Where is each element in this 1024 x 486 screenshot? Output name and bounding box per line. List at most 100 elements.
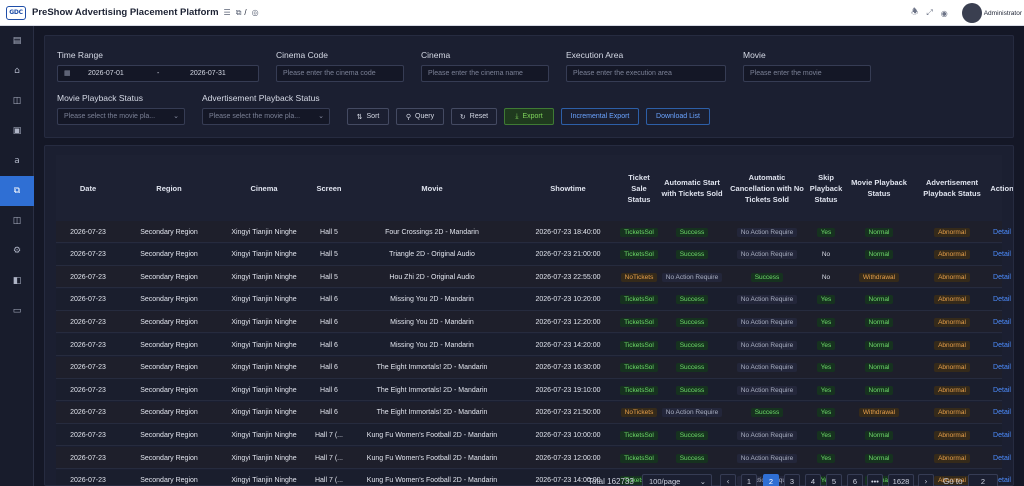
status-badge: TicketsSol [620,250,658,260]
cell-movie: The Eight Immortals! 2D - Mandarin [348,402,516,424]
cell-action[interactable]: Detail [990,379,1013,401]
cell-auto-start: Success [658,244,726,266]
detail-link[interactable]: Detail [993,229,1011,236]
status-badge: Normal [864,453,894,463]
detail-link[interactable]: Detail [993,251,1011,258]
detail-link[interactable]: Detail [993,409,1011,416]
image-icon[interactable]: ▣ [0,120,34,142]
target-icon[interactable]: ◎ [252,8,259,17]
date-start[interactable]: 2026-07-01 [88,66,124,81]
cell-region: Secondary Region [120,379,218,401]
query-button[interactable]: ⚲ Query [396,108,444,125]
page-button[interactable]: 3 [784,474,800,486]
ad-icon[interactable]: ◫ [0,90,34,112]
cell-action[interactable]: Detail [990,244,1013,266]
amazon-icon[interactable]: a [0,150,34,172]
page-button[interactable]: 5 [826,474,842,486]
cell-text: Hall 5 [320,273,338,281]
page-button[interactable]: 4 [805,474,821,486]
cell-action[interactable]: Detail [990,424,1013,446]
cell-movie-playback: Normal [844,244,914,266]
detail-link[interactable]: Detail [993,342,1011,349]
sort-button[interactable]: ⇅ Sort [347,108,389,125]
cell-skip-playback: Yes [808,357,844,379]
cell-cinema: Xingyi Tianjin Ninghe [218,379,310,401]
page-button[interactable]: 1 [741,474,757,486]
cell-action[interactable]: Detail [990,402,1013,424]
page-ellipsis[interactable]: ••• [867,474,883,486]
table-row: 2026-07-23 Secondary Region Xingyi Tianjin… [56,266,1011,289]
status-badge: Abnormal [934,227,970,237]
home-icon[interactable]: ⌂ [0,60,34,82]
cell-region: Secondary Region [120,424,218,446]
table-header: Date Region Cinema Screen Movie Showtime Ticke… [56,155,1013,221]
globe-icon[interactable]: ◉ [941,9,948,18]
status-badge: Abnormal [934,317,970,327]
cell-action[interactable]: Detail [990,334,1013,356]
time-range-picker[interactable]: ▦ 2026-07-01 - 2026-07-31 [57,65,259,82]
reset-button[interactable]: ↻ Reset [451,108,497,125]
detail-link[interactable]: Detail [993,432,1011,439]
download-list-button[interactable]: Download List [646,108,710,125]
cell-action[interactable]: Detail [990,221,1013,243]
cinema-code-input[interactable]: Please enter the cinema code [276,65,404,82]
user-name[interactable]: Administrator [984,10,1022,17]
cinema-input[interactable]: Please enter the cinema name [421,65,549,82]
detail-link[interactable]: Detail [993,364,1011,371]
next-page-button[interactable]: › [918,474,934,486]
export-button[interactable]: ⤓ Export [504,108,554,125]
page-size-select[interactable]: 100/page ⌄ [642,474,712,486]
files-icon[interactable]: ◫ [0,210,34,232]
status-badge: No [821,273,831,281]
cell-skip-playback: Yes [808,311,844,333]
cell-cinema: Xingyi Tianjin Ninghe [218,447,310,469]
avatar[interactable] [961,3,982,23]
cell-action[interactable]: Detail [990,357,1013,379]
cell-text: Xingyi Tianjin Ninghe [231,386,297,394]
status-badge: Abnormal [934,295,970,305]
movie-input[interactable]: Please enter the movie [743,65,871,82]
top-right-tools: 🕭 ⤢ ◉ Administrator [911,0,1022,26]
cell-text: 2026-07-23 21:00:00 [535,251,601,259]
goto-input[interactable]: 2 [968,474,998,486]
detail-link[interactable]: Detail [993,296,1011,303]
bell-icon[interactable]: 🕭 [911,6,918,20]
copy-icon[interactable]: ⧉ [0,176,34,206]
incremental-export-button[interactable]: Incremental Export [561,108,639,125]
cell-auto-start: Success [658,221,726,243]
cell-movie: Missing You 2D - Mandarin [348,311,516,333]
detail-link[interactable]: Detail [993,387,1011,394]
cell-action[interactable]: Detail [990,266,1013,288]
cell-action[interactable]: Detail [990,311,1013,333]
page-button[interactable]: 6 [847,474,863,486]
detail-link[interactable]: Detail [993,319,1011,326]
cell-ticket-sale: TicketsSol [620,447,658,469]
page-button[interactable]: 2 [763,474,779,486]
movie-status-select[interactable]: Please select the movie pla... ⌄ [57,108,185,125]
monitor-icon[interactable]: ▭ [0,300,34,322]
detail-link[interactable]: Detail [993,274,1011,281]
cell-action[interactable]: Detail [990,447,1013,469]
device-icon[interactable]: ◧ [0,270,34,292]
ad-status-select[interactable]: Please select the movie pla... ⌄ [202,108,330,125]
cell-screen: Hall 6 [310,289,348,311]
status-badge: Yes [816,430,836,440]
detail-link[interactable]: Detail [993,455,1011,462]
cell-date: 2026-07-23 [56,402,120,424]
gear-icon[interactable]: ⚙ [0,240,34,262]
status-badge: Yes [816,363,836,373]
document-icon[interactable]: ▤ [0,30,34,52]
execution-area-input[interactable]: Please enter the execution area [566,65,726,82]
status-badge: Yes [816,453,836,463]
page-button-last[interactable]: 1628 [888,474,914,486]
menu-icon[interactable]: ☰ [224,8,231,17]
prev-page-button[interactable]: ‹ [720,474,736,486]
copy-icon[interactable]: ⧉ [236,8,242,18]
cell-showtime: 2026-07-23 21:50:00 [516,402,620,424]
cell-text: Xingyi Tianjin Ninghe [231,409,297,417]
fullscreen-icon[interactable]: ⤢ [926,8,932,18]
date-end[interactable]: 2026-07-31 [190,66,226,81]
cell-action[interactable]: Detail [990,289,1013,311]
top-bar: GDC PreShow Advertising Placement Platfo… [0,0,1024,26]
movie-status-placeholder: Please select the movie pla... [64,113,156,120]
